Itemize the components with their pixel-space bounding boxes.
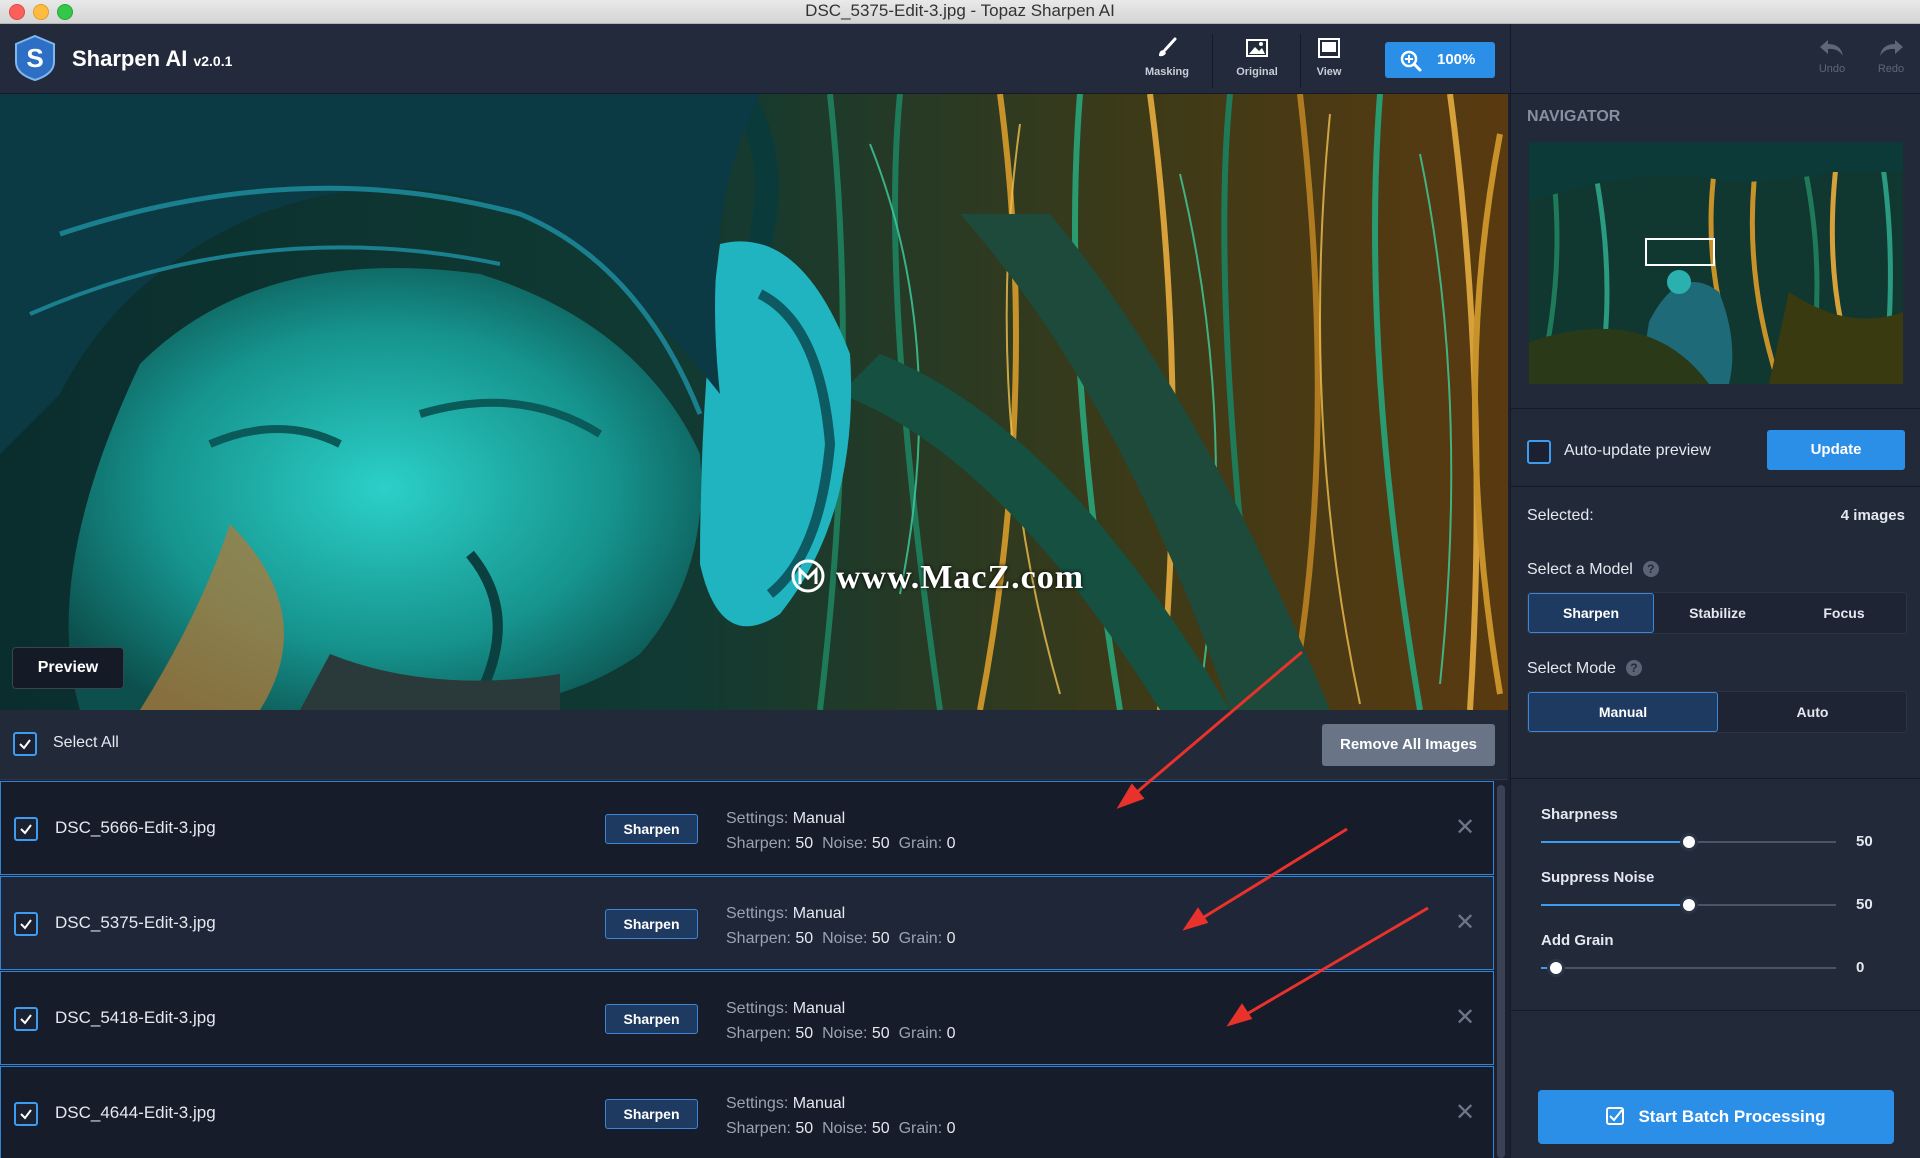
undo-icon [1820,40,1843,56]
suppress-noise-slider[interactable] [1541,896,1836,914]
panel-divider [1511,778,1920,779]
slider-fill [1541,904,1689,906]
undo-button[interactable]: Undo [1807,36,1857,75]
help-icon[interactable]: ? [1642,561,1659,577]
select-mode-label: Select Mode [1527,660,1616,677]
redo-label: Redo [1877,63,1905,75]
slider-knob[interactable] [1679,896,1698,914]
slider-fill [1541,841,1689,843]
batch-button-label: Start Batch Processing [1638,1107,1826,1126]
model-option-sharpen[interactable]: Sharpen [1528,593,1654,633]
select-model-heading: Select a Model? [1527,561,1659,579]
navigator-heading: NAVIGATOR [1527,108,1621,125]
undo-label: Undo [1818,63,1846,75]
model-selector: Sharpen Stabilize Focus [1527,592,1907,634]
auto-update-label[interactable]: Auto-update preview [1564,442,1711,460]
select-mode-heading: Select Mode? [1527,660,1642,678]
help-icon[interactable]: ? [1625,660,1642,676]
sharpness-value: 50 [1856,833,1873,850]
selected-count: 4 images [1840,507,1905,524]
annotation-arrows [1116,650,1429,1027]
redo-icon [1880,40,1903,56]
mode-option-auto[interactable]: Auto [1718,692,1907,732]
panel-divider [1511,408,1920,409]
mode-selector: Manual Auto [1527,691,1907,733]
navigator-canvas [1529,142,1903,384]
suppress-noise-label: Suppress Noise [1541,869,1655,886]
suppress-noise-value: 50 [1856,896,1873,913]
add-grain-label: Add Grain [1541,932,1614,949]
slider-knob[interactable] [1546,959,1565,977]
sharpness-slider[interactable] [1541,833,1836,851]
add-grain-slider[interactable] [1541,959,1836,977]
model-option-stabilize[interactable]: Stabilize [1654,593,1781,633]
update-button[interactable]: Update [1767,430,1905,470]
batch-check-icon [1606,1107,1625,1125]
sharpness-label: Sharpness [1541,806,1618,823]
selected-label: Selected: [1527,507,1594,524]
navigator-thumbnail[interactable] [1529,142,1903,384]
select-model-label: Select a Model [1527,561,1633,578]
add-grain-value: 0 [1856,959,1865,976]
settings-panel: NAVIGATOR Auto-update preview Update Sel… [1510,94,1920,1158]
auto-update-checkbox[interactable] [1527,440,1551,464]
model-option-focus[interactable]: Focus [1781,593,1907,633]
start-batch-processing-button[interactable]: Start Batch Processing [1538,1090,1894,1144]
mode-option-manual[interactable]: Manual [1528,692,1718,732]
panel-divider [1511,486,1920,487]
navigator-viewport-box[interactable] [1645,238,1715,266]
panel-divider [1511,1010,1920,1011]
history-toolbar: Undo Redo [1510,24,1920,94]
redo-button[interactable]: Redo [1866,36,1916,75]
slider-knob[interactable] [1679,833,1698,851]
